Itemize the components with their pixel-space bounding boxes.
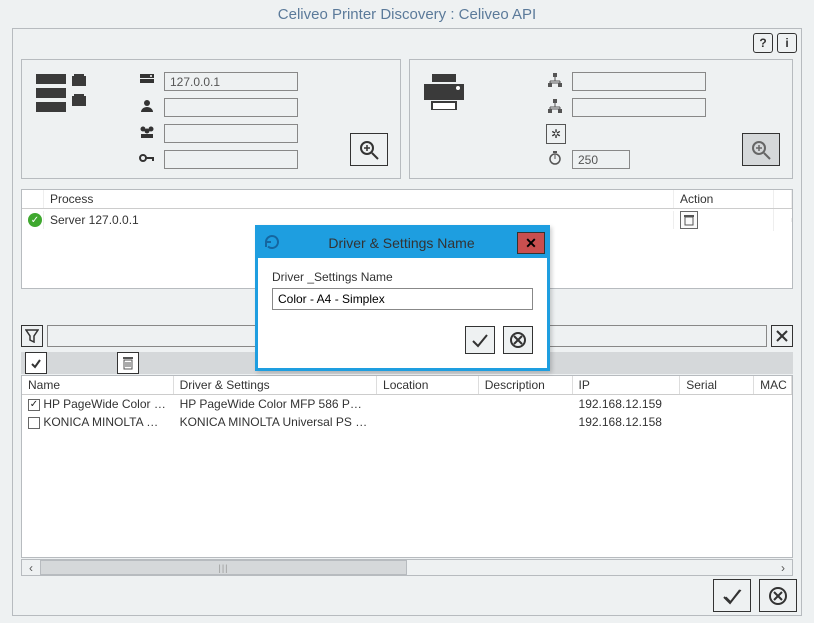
network-icon-2 bbox=[546, 99, 564, 116]
dialog-ok-button[interactable] bbox=[465, 326, 495, 354]
key-icon bbox=[138, 152, 156, 167]
server-connection-group bbox=[21, 59, 401, 179]
row-ip: 192.168.12.158 bbox=[573, 415, 681, 429]
user-icon bbox=[138, 99, 156, 116]
info-icon[interactable]: i bbox=[777, 33, 797, 53]
group-icon bbox=[138, 125, 156, 142]
row-driver: HP PageWide Color MFP 586 PCL 6,[2... bbox=[174, 397, 377, 411]
table-row[interactable]: KONICA MINOLTA Univ..KONICA MINOLTA Univ… bbox=[22, 413, 792, 431]
process-col-action[interactable]: Action bbox=[674, 190, 774, 208]
delete-process-button[interactable] bbox=[680, 211, 698, 229]
row-checkbox[interactable] bbox=[28, 417, 40, 429]
clear-filter-button[interactable] bbox=[771, 325, 793, 347]
col-driver[interactable]: Driver & Settings bbox=[174, 376, 377, 394]
col-name[interactable]: Name bbox=[22, 376, 174, 394]
timeout-input[interactable] bbox=[572, 150, 630, 169]
horizontal-scrollbar[interactable]: ‹ › bbox=[21, 559, 793, 576]
delete-selected-button[interactable] bbox=[117, 352, 139, 374]
filter-button[interactable] bbox=[21, 325, 43, 347]
col-location[interactable]: Location bbox=[377, 376, 479, 394]
scroll-right-button[interactable]: › bbox=[774, 561, 792, 575]
dialog-field-label: Driver _Settings Name bbox=[272, 270, 533, 284]
gear-icon[interactable]: ✲ bbox=[546, 124, 564, 144]
results-table: Name Driver & Settings Location Descript… bbox=[21, 375, 793, 558]
dialog-title: Driver & Settings Name bbox=[286, 235, 517, 251]
network-icon bbox=[546, 73, 564, 90]
row-name: HP PageWide Color MF... bbox=[43, 397, 173, 411]
server-printer-icon bbox=[36, 74, 88, 114]
close-icon[interactable]: ✕ bbox=[517, 232, 545, 254]
col-serial[interactable]: Serial bbox=[680, 376, 754, 394]
scroll-thumb[interactable] bbox=[40, 560, 407, 575]
driver-settings-name-input[interactable] bbox=[272, 288, 533, 310]
net-range1-input[interactable] bbox=[572, 72, 706, 91]
server-ip-input[interactable] bbox=[164, 72, 298, 91]
results-header: Name Driver & Settings Location Descript… bbox=[22, 376, 792, 395]
net-range2-input[interactable] bbox=[572, 98, 706, 117]
select-all-checkbox[interactable] bbox=[25, 352, 47, 374]
row-ip: 192.168.12.159 bbox=[573, 397, 681, 411]
help-icon[interactable]: ? bbox=[753, 33, 773, 53]
row-checkbox[interactable] bbox=[28, 399, 40, 411]
cancel-button[interactable] bbox=[759, 579, 797, 612]
scan-button[interactable] bbox=[742, 133, 780, 166]
col-description[interactable]: Description bbox=[479, 376, 573, 394]
window-title: Celiveo Printer Discovery : Celiveo API bbox=[0, 0, 814, 27]
refresh-icon[interactable] bbox=[258, 233, 286, 254]
status-ok-icon: ✓ bbox=[28, 213, 42, 227]
col-ip[interactable]: IP bbox=[573, 376, 681, 394]
table-row[interactable]: HP PageWide Color MF...HP PageWide Color… bbox=[22, 395, 792, 413]
printer-scan-group: ✲ bbox=[409, 59, 793, 179]
row-driver: KONICA MINOLTA Universal PS v3.2a... bbox=[174, 415, 377, 429]
username-input[interactable] bbox=[164, 98, 298, 117]
group-input[interactable] bbox=[164, 124, 298, 143]
col-mac[interactable]: MAC bbox=[754, 376, 792, 394]
dialog-cancel-button[interactable] bbox=[503, 326, 533, 354]
row-name: KONICA MINOLTA Univ.. bbox=[43, 415, 173, 429]
printer-icon bbox=[424, 74, 464, 113]
confirm-button[interactable] bbox=[713, 579, 751, 612]
stopwatch-icon bbox=[546, 151, 564, 168]
process-col-process[interactable]: Process bbox=[44, 190, 674, 208]
driver-settings-dialog: Driver & Settings Name ✕ Driver _Setting… bbox=[255, 225, 550, 371]
server-search-button[interactable] bbox=[350, 133, 388, 166]
password-input[interactable] bbox=[164, 150, 298, 169]
scroll-left-button[interactable]: ‹ bbox=[22, 561, 40, 575]
server-icon bbox=[138, 73, 156, 90]
process-header: Process Action bbox=[22, 190, 792, 209]
